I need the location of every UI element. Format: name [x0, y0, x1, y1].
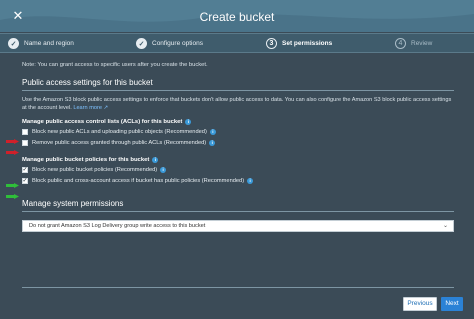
info-icon[interactable]: i — [209, 129, 216, 135]
info-icon[interactable]: i — [247, 178, 254, 184]
previous-button[interactable]: Previous — [403, 297, 437, 311]
checkbox-block-new-acls[interactable] — [22, 129, 28, 135]
step-review[interactable]: 4 Review — [395, 38, 432, 49]
info-icon[interactable]: i — [152, 157, 159, 163]
permissions-content: Note: You can grant access to specific u… — [22, 62, 454, 232]
policy-option-2: ✓ Block public and cross-account access … — [22, 177, 454, 185]
create-bucket-modal: ✕ Create bucket ✓ Name and region ✓ Conf… — [0, 4, 474, 319]
step-2-label: Configure options — [152, 40, 203, 47]
step-4-number: 4 — [395, 38, 406, 49]
acl-option-1: Block new public ACLs and uploading publ… — [22, 128, 454, 136]
system-permissions-heading: Manage system permissions — [22, 199, 454, 212]
select-value: Do not grant Amazon S3 Log Delivery grou… — [29, 223, 206, 229]
info-icon[interactable]: i — [160, 167, 167, 173]
acl-option-2-label: Remove public access granted through pub… — [32, 140, 207, 146]
step-4-label: Review — [411, 40, 433, 47]
red-arrow-icon — [6, 139, 19, 144]
policy-option-1: ✓ Block new public bucket policies (Reco… — [22, 166, 454, 174]
chevron-down-icon: ⌄ — [442, 223, 448, 229]
step-3-number: 3 — [266, 38, 277, 49]
policy-heading-text: Manage public bucket policies for this b… — [22, 157, 150, 163]
policy-option-2-label: Block public and cross-account access if… — [32, 178, 245, 184]
policy-heading: Manage public bucket policies for this b… — [22, 157, 454, 163]
step-name-and-region[interactable]: ✓ Name and region — [8, 38, 74, 49]
checkbox-block-cross-account[interactable]: ✓ — [22, 178, 28, 184]
checkbox-block-new-policies[interactable]: ✓ — [22, 167, 28, 173]
acl-option-2: Remove public access granted through pub… — [22, 139, 454, 147]
info-icon[interactable]: i — [185, 119, 192, 125]
green-arrow-icon — [6, 183, 19, 188]
policy-option-1-label: Block new public bucket policies (Recomm… — [32, 167, 158, 173]
footer-divider — [22, 287, 454, 288]
step-1-check-icon: ✓ — [8, 38, 19, 49]
learn-more-link[interactable]: Learn more ↗ — [73, 105, 108, 111]
acl-heading-text: Manage public access control lists (ACLs… — [22, 119, 183, 125]
acl-heading: Manage public access control lists (ACLs… — [22, 119, 454, 125]
step-configure-options[interactable]: ✓ Configure options — [136, 38, 203, 49]
step-2-check-icon: ✓ — [136, 38, 147, 49]
step-set-permissions[interactable]: 3 Set permissions — [266, 38, 332, 49]
note-text: Note: You can grant access to specific u… — [22, 62, 208, 68]
step-1-label: Name and region — [24, 40, 74, 47]
public-access-description: Use the Amazon S3 block public access se… — [22, 96, 454, 112]
red-arrow-icon — [6, 150, 19, 155]
public-access-heading: Public access settings for this bucket — [22, 78, 454, 91]
info-icon[interactable]: i — [209, 140, 216, 146]
wizard-steps: ✓ Name and region ✓ Configure options 3 … — [0, 33, 474, 53]
acl-option-1-label: Block new public ACLs and uploading publ… — [32, 129, 207, 135]
log-delivery-select[interactable]: Do not grant Amazon S3 Log Delivery grou… — [22, 220, 454, 232]
next-button[interactable]: Next — [441, 297, 463, 311]
modal-title: Create bucket — [199, 10, 275, 24]
green-arrow-icon — [6, 194, 19, 199]
step-3-label: Set permissions — [282, 40, 333, 47]
checkbox-remove-public-acls[interactable] — [22, 140, 28, 146]
